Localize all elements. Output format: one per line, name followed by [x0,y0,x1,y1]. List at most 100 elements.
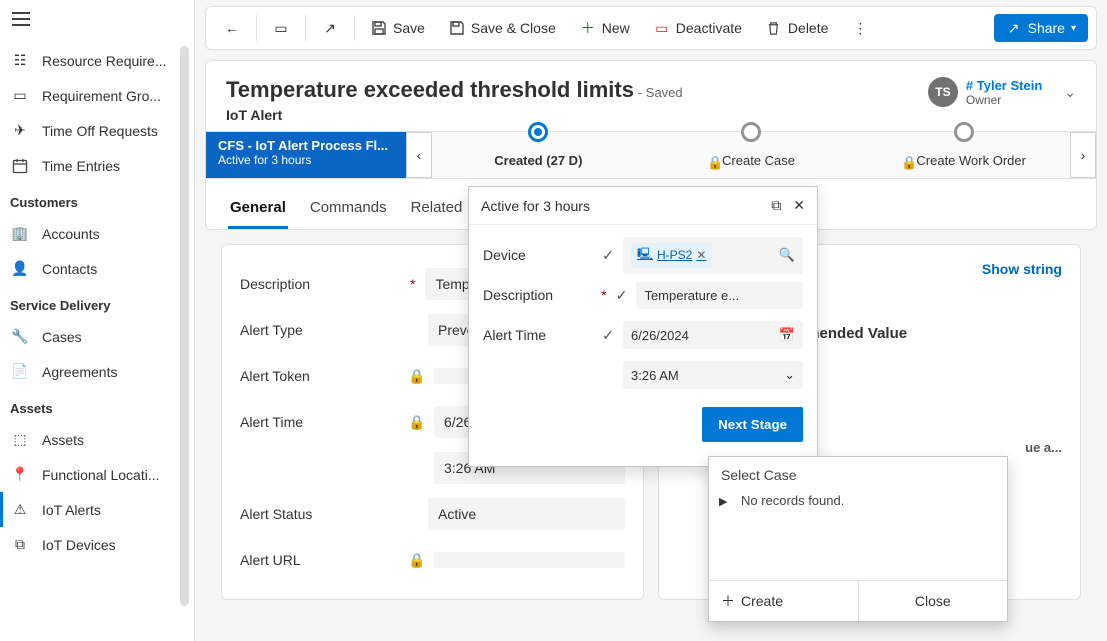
lookup-close-button[interactable]: Close [858,581,1008,621]
close-icon[interactable]: ✕ [793,197,805,214]
field-label: Description [483,287,593,303]
lookup-create-button[interactable]: ＋Create [709,581,858,621]
deactivate-icon: ▭ [654,20,670,36]
sidebar-item-label: IoT Devices [42,537,116,553]
bpf-prev-arrow[interactable]: ‹ [406,132,432,178]
sidebar-item-req-group[interactable]: ▭Requirement Gro... [0,78,194,113]
chevron-down-icon[interactable]: ⌄ [784,367,795,383]
sidebar-item-label: IoT Alerts [42,502,101,518]
bpf-next-arrow[interactable]: › [1070,132,1096,178]
show-string-link[interactable]: Show string [982,261,1062,277]
field-label: Alert Token [240,368,310,384]
sidebar-item-label: Requirement Gro... [42,88,161,104]
checkmark-icon: ✓ [601,248,615,262]
field-label: Alert Type [240,322,303,338]
bpf-stage-create-wo[interactable]: 🔒Create Work Order [857,132,1070,178]
lookup-header: Select Case [709,457,1007,493]
trash-icon [766,20,782,36]
alert-url-field [434,552,625,568]
tab-general[interactable]: General [228,191,288,229]
checkmark-icon: ✓ [601,328,615,342]
sidebar-item-accounts[interactable]: 🏢Accounts [0,216,194,251]
page-title: Temperature exceeded threshold limits [226,77,634,102]
sidebar-group-customers: Customers [0,183,194,216]
new-button[interactable]: ＋ New [570,14,640,42]
sidebar-item-iot-devices[interactable]: ⧉IoT Devices [0,527,194,562]
field-label: Alert Time [483,327,593,343]
sidebar-item-cases[interactable]: 🔧Cases [0,319,194,354]
chevron-down-icon[interactable]: ⌄ [1064,84,1076,101]
command-bar: ← ▭ ↗ Save Save & Close ＋ New ▭ Deactiva… [205,6,1097,50]
field-label: Alert Time [240,414,303,430]
search-icon[interactable]: 🔍 [779,247,795,263]
bpf-indicator-icon [741,122,761,142]
overflow-button[interactable]: ⋮ [842,14,878,42]
chevron-down-icon: ▾ [1071,23,1076,34]
sidebar-item-resource-req[interactable]: ☷Resource Require... [0,43,194,78]
bpf-process-info[interactable]: CFS - IoT Alert Process Fl... Active for… [206,132,406,178]
bpf-stage-create-case[interactable]: 🔒Create Case [645,132,858,178]
back-button[interactable]: ← [214,14,250,42]
sidebar-item-agreements[interactable]: 📄Agreements [0,354,194,389]
lock-icon: 🔒 [410,553,424,567]
edit-columns-btn[interactable]: ▭ [263,14,299,42]
field-label: Description [240,276,310,292]
scrollbar[interactable] [180,46,189,606]
fly-date-field[interactable]: 6/26/2024 📅 [623,321,803,349]
lookup-no-records: No records found. [709,493,1007,520]
lookup-chip[interactable]: 🖳H-PS2✕ [631,243,712,268]
plus-icon: ＋ [580,20,596,36]
sidebar-item-label: Accounts [42,226,100,242]
sidebar-item-iot-alerts[interactable]: ⚠IoT Alerts [0,492,194,527]
field-label: Alert URL [240,552,301,568]
sidebar-item-time-off[interactable]: ✈Time Off Requests [0,113,194,148]
bpf-indicator-icon [954,122,974,142]
bpf-stage-flyout: Active for 3 hours ⧉ ✕ Device ✓ 🖳H-PS2✕ … [468,186,818,467]
sidebar-item-label: Time Entries [42,158,120,174]
lock-icon: 🔒 [410,369,424,383]
save-icon [371,20,387,36]
owner-name[interactable]: # Tyler Stein [966,78,1042,93]
bpf-indicator-icon [528,122,548,142]
alert-status-field[interactable]: Active [428,498,625,530]
bpf-stage-created[interactable]: Created (27 D) [432,132,645,178]
avatar: TS [928,77,958,107]
fly-time-field[interactable]: 3:26 AM ⌄ [623,361,803,389]
entity-type: IoT Alert [226,107,683,123]
lock-icon: 🔒 [707,155,718,166]
tab-commands[interactable]: Commands [308,191,389,229]
sidebar: ☷Resource Require... ▭Requirement Gro...… [0,0,195,641]
open-new-window-btn[interactable]: ↗ [312,14,348,42]
share-button[interactable]: ↗ Share ▾ [994,14,1088,42]
checkmark-icon: ✓ [614,288,628,302]
delete-button[interactable]: Delete [756,14,838,42]
sidebar-item-label: Assets [42,432,84,448]
calendar-icon[interactable]: 📅 [779,327,795,343]
share-icon: ↗ [1006,20,1022,36]
popout-icon[interactable]: ⧉ [771,197,781,214]
fly-description-field[interactable]: Temperature e... [636,282,803,309]
sidebar-group-assets: Assets [0,389,194,422]
deactivate-button[interactable]: ▭ Deactivate [644,14,752,42]
save-button[interactable]: Save [361,14,435,42]
sidebar-item-functional-loc[interactable]: 📍Functional Locati... [0,457,194,492]
sidebar-group-service: Service Delivery [0,286,194,319]
device-lookup[interactable]: 🖳H-PS2✕ 🔍 [623,237,803,274]
saved-label: - Saved [638,85,683,100]
sidebar-item-label: Resource Require... [42,53,167,69]
next-stage-button[interactable]: Next Stage [702,407,803,442]
bpf-bar: CFS - IoT Alert Process Fl... Active for… [206,131,1096,179]
more-icon: ⋮ [852,20,868,36]
sidebar-item-label: Time Off Requests [42,123,158,139]
sidebar-item-label: Contacts [42,261,97,277]
sidebar-item-assets[interactable]: ⬚Assets [0,422,194,457]
save-close-icon [449,20,465,36]
owner-block[interactable]: TS # Tyler Stein Owner ⌄ [928,77,1076,107]
sidebar-item-time-entries[interactable]: Time Entries [0,148,194,183]
sidebar-item-contacts[interactable]: 👤Contacts [0,251,194,286]
chip-remove-icon[interactable]: ✕ [696,248,706,262]
tab-related[interactable]: Related [409,191,465,229]
save-close-button[interactable]: Save & Close [439,14,566,42]
hamburger-icon[interactable] [12,12,32,28]
sidebar-item-label: Cases [42,329,82,345]
